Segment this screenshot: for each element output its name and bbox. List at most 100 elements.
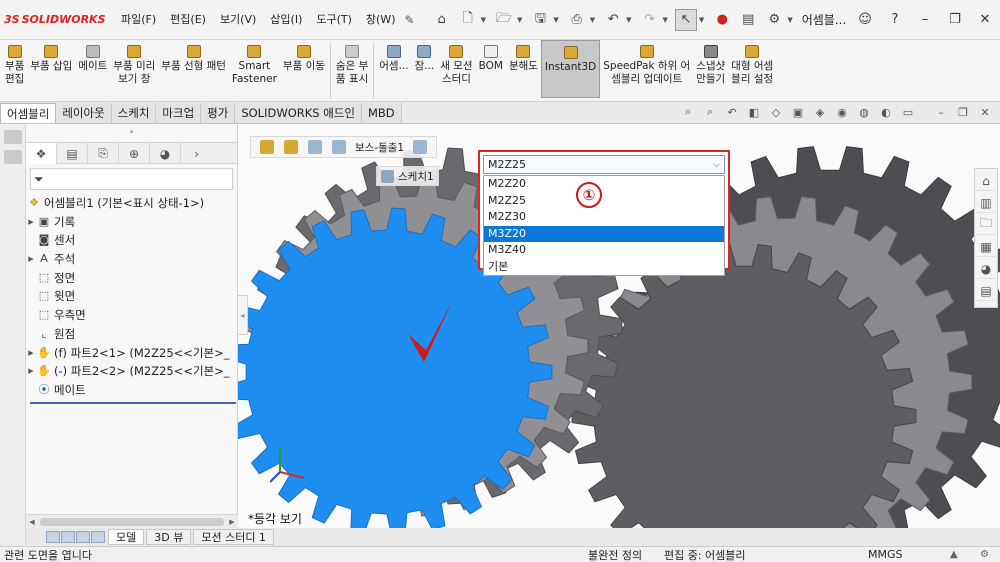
save-icon[interactable]: 🖫 [529,9,551,31]
feature-crumb-icon[interactable] [332,140,346,154]
pin-menu-icon[interactable]: ✎ [405,13,415,27]
tabs-more-icon[interactable]: › [181,143,212,164]
configuration-option[interactable]: 기본 [484,259,724,276]
tab-prev-icon[interactable] [61,531,75,543]
scroll-left-icon[interactable]: ◀ [26,518,38,526]
options-dropdown-icon[interactable]: ▼ [787,16,792,24]
tab-mbd[interactable]: MBD [361,103,402,123]
tab-last-icon[interactable] [91,531,105,543]
redo-icon[interactable]: ↷ [639,9,661,31]
appearances-icon[interactable]: ◕ [976,259,996,279]
select-pointer-icon[interactable]: ↖ [674,8,697,31]
tree-rollback-bar[interactable] [30,401,236,404]
tree-item[interactable]: ⦿ 메이트 [26,381,237,400]
home-icon[interactable]: ⌂ [431,9,453,31]
panel-grip[interactable]: • [26,124,237,142]
design-library-icon[interactable]: ▥ [976,193,996,213]
menu-file[interactable]: 파일(F) [114,0,163,40]
rebuild-traffic-light-icon[interactable]: ● [711,9,733,31]
view-settings-icon[interactable]: ▭ [900,104,916,120]
tree-item[interactable]: ◙ 센서 [26,231,237,250]
feature-manager-tab-icon[interactable]: ❖ [26,143,57,164]
body-crumb-icon[interactable] [308,140,322,154]
status-units[interactable]: MMGS [868,548,903,561]
expand-arrow-icon[interactable]: ▶ [26,213,36,232]
close-button[interactable]: ✕ [970,0,1000,40]
chevron-down-icon[interactable]: ⌵ [713,160,720,170]
tab-addins[interactable]: SOLIDWORKS 애드인 [235,103,362,123]
custom-properties-icon[interactable]: ▤ [976,281,996,301]
tab-layout[interactable]: 레이아웃 [56,103,112,123]
ribbon-insert-part[interactable]: 부품 삽입 [27,40,75,73]
file-explorer-icon[interactable]: 🗀 [976,215,996,235]
redo-dropdown-icon[interactable]: ▼ [663,16,668,24]
restore-button[interactable]: ❐ [940,0,970,40]
ribbon-move-component[interactable]: 부품 이동 [280,40,328,73]
configuration-option[interactable]: M3Z40 [484,242,724,259]
hide-show-icon[interactable]: ◉ [834,104,850,120]
view-palette-icon[interactable]: ▦ [976,237,996,257]
ribbon-speedpak[interactable]: SpeedPak 하위 어 셈블리 업데이트 [600,40,693,86]
tree-item[interactable]: ⬚ 우측면 [26,306,237,325]
configuration-manager-tab-icon[interactable]: ⎘ [88,143,119,164]
new-document-icon[interactable]: 🗋 [457,9,479,31]
tree-item[interactable]: ⬚ 정면 [26,269,237,288]
expand-arrow-icon[interactable]: ▶ [26,362,36,381]
breadcrumb-sketch[interactable]: 스케치1 [376,166,439,186]
status-settings-icon[interactable]: ⚙ [980,549,994,560]
display-style-icon[interactable]: ◈ [812,104,828,120]
scroll-right-icon[interactable]: ▶ [226,518,238,526]
expand-arrow-icon[interactable]: ▶ [26,250,36,269]
tree-root-assembly[interactable]: ❖ 어셈블리1 (기본<표시 상태-1>) [26,194,237,213]
zoom-area-icon[interactable]: ⌕ [702,104,718,120]
part-crumb-icon[interactable] [284,140,298,154]
dimxpert-tab-icon[interactable]: ⊕ [119,143,150,164]
expand-arrow-icon[interactable]: ▶ [26,344,36,363]
assembly-crumb-icon[interactable] [260,140,274,154]
user-account-icon[interactable]: ☺ [850,0,880,40]
tab-motion-study[interactable]: 모션 스터디 1 [193,529,274,545]
dynamic-annotation-icon[interactable]: ◇ [768,104,784,120]
tree-item[interactable]: ▶ A 주석 [26,250,237,269]
panel-horizontal-scrollbar[interactable]: ◀ ▶ [26,514,238,528]
select-dropdown-icon[interactable]: ▼ [699,16,704,24]
menu-tools[interactable]: 도구(T) [309,0,359,40]
ribbon-new-motion-study[interactable]: 새 모션 스터디 [437,40,475,86]
section-view-icon[interactable]: ◧ [746,104,762,120]
appearance-icon[interactable]: ◍ [856,104,872,120]
units-dropdown-icon[interactable]: ▲ [950,549,964,560]
solidworks-logo[interactable]: 3S SOLIDWORKS [4,8,106,32]
configuration-select[interactable]: M2Z25 ⌵ [483,155,725,174]
print-icon[interactable]: ⎙ [566,9,588,31]
configuration-option[interactable]: M2Z20 [484,176,724,193]
scene-icon[interactable]: ◐ [878,104,894,120]
open-icon[interactable]: 🗁 [493,9,515,31]
configuration-option[interactable]: M2Z30 [484,209,724,226]
zoom-to-fit-icon[interactable]: ⌕ [680,104,696,120]
strip-tool-icon[interactable] [4,130,22,144]
tab-3d-views[interactable]: 3D 뷰 [146,529,192,545]
ribbon-smart-fastener[interactable]: Smart Fastener [229,40,280,86]
new-dropdown-icon[interactable]: ▼ [481,16,486,24]
previous-view-icon[interactable]: ↶ [724,104,740,120]
ribbon-edit-part[interactable]: 부품 편집 [2,40,27,86]
tree-item[interactable]: ▶ ▣ 기록 [26,213,237,232]
tab-first-icon[interactable] [46,531,60,543]
ribbon-show-hidden[interactable]: 숨은 부 품 표시 [333,40,371,86]
ribbon-bom[interactable]: BOM [476,40,506,73]
ribbon-linear-pattern[interactable]: 부품 선형 패턴 [158,40,229,73]
face-crumb-icon[interactable] [413,140,428,154]
display-manager-tab-icon[interactable]: ◕ [150,143,181,164]
save-dropdown-icon[interactable]: ▼ [553,16,558,24]
menu-edit[interactable]: 편집(E) [163,0,213,40]
ribbon-assembly-features[interactable]: 어셈... [376,40,411,73]
ribbon-large-assembly[interactable]: 대형 어셈 블리 설정 [728,40,776,86]
ribbon-mate[interactable]: 메이트 [75,40,110,73]
breadcrumb-feature[interactable]: 보스-돌출1 [355,140,404,155]
tree-item[interactable]: ▶ ✋ (-) 파트2<2> (M2Z25<<기본>_ [26,362,237,381]
ribbon-instant3d[interactable]: Instant3D [540,40,601,98]
configuration-option[interactable]: M3Z20 [484,225,724,242]
print-dropdown-icon[interactable]: ▼ [590,16,595,24]
menu-insert[interactable]: 삽입(I) [263,0,309,40]
panel-restore-icon[interactable]: ❐ [955,104,971,120]
